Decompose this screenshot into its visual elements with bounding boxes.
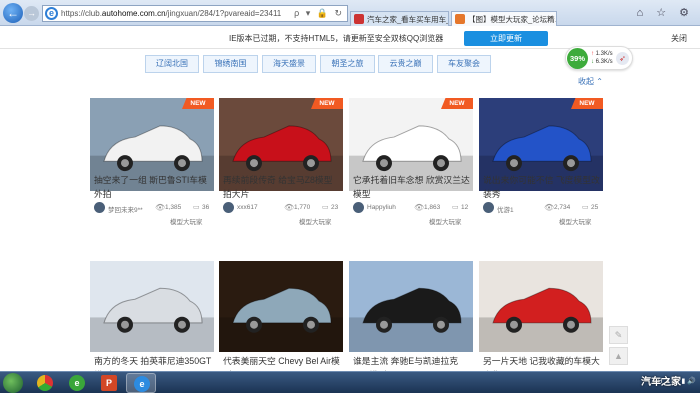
forum-name[interactable]: 模型大玩家 — [170, 216, 203, 226]
post-title[interactable]: 它承托着旧车念想 欣赏汉兰达模型 — [353, 173, 471, 201]
speed-percent: 39% — [567, 48, 588, 69]
tag-button[interactable]: 朝圣之旅 — [320, 55, 375, 73]
author-name[interactable]: 梦回未来9** — [108, 204, 148, 214]
autohome-favicon-icon — [455, 14, 465, 24]
taskbar-ie[interactable]: e — [126, 373, 156, 393]
tab-autohome-home[interactable]: 汽车之家_看车买车用车_新闻… — [350, 11, 449, 26]
avatar[interactable] — [223, 202, 234, 213]
eye-icon: 👁 — [284, 203, 295, 212]
windows-taskbar: e P e CH ▲ ⚑ ▮ 🔊 — [0, 371, 700, 393]
taskbar-360-browser[interactable]: e — [62, 373, 92, 393]
post-meta: Happyliuh 👁 1,863 ▭ 12 — [353, 202, 473, 214]
forward-arrow-icon[interactable]: → — [24, 6, 39, 21]
upload-arrow-icon: ↑ — [591, 51, 594, 57]
speed-rates: ↑ 1.3K/s ↓ 6.3K/s — [591, 50, 613, 66]
post-meta: 优游1 👁 2,734 ▭ 25 — [483, 202, 603, 214]
browser-360-icon: e — [69, 375, 85, 391]
notice-message: IE版本已过期，不支持HTML5，请更新至安全双核QQ浏览器 — [229, 34, 444, 43]
post-thumbnail[interactable] — [349, 261, 473, 352]
forum-name[interactable]: 模型大玩家 — [299, 216, 332, 226]
tag-button[interactable]: 云贵之巅 — [378, 55, 433, 73]
browser-toolbar: ← → e https://club.autohome.com.cn/jingx… — [0, 0, 700, 26]
new-badge: NEW — [311, 98, 343, 109]
comment-icon: ▭ — [582, 204, 589, 211]
comment-count: 12 — [461, 204, 469, 211]
post-thumbnail[interactable] — [90, 261, 214, 352]
tab-close-icon[interactable]: × — [549, 13, 553, 22]
post-title[interactable]: 再续前段传奇 给宝马Z8模型拍大片 — [223, 173, 341, 201]
new-badge: NEW — [182, 98, 214, 109]
eye-icon: 👁 — [155, 203, 166, 212]
post-title[interactable]: 说出来你可能不信 飞度模型改装秀 — [483, 173, 601, 201]
post-meta: xxx617 👁 1,770 ▭ 23 — [223, 202, 343, 214]
post-thumbnail[interactable] — [219, 261, 343, 352]
post-title[interactable]: 抽空来了一组 斯巴鲁STI车模外拍 — [94, 173, 212, 201]
tag-button[interactable]: 锦绣南国 — [203, 55, 258, 73]
avatar[interactable] — [483, 202, 494, 213]
view-count: 2,734 — [554, 204, 571, 211]
autohome-watermark: 汽车之家 — [641, 377, 681, 388]
eye-icon: 👁 — [544, 203, 555, 212]
address-action-icons[interactable]: ρ ▾ 🔒 ↻ — [294, 8, 344, 19]
comment-icon: ▭ — [452, 204, 459, 211]
back-to-top-button[interactable]: ▲ — [609, 347, 628, 365]
download-rate: 6.3K/s — [595, 59, 613, 65]
notice-close-link[interactable]: 关闭 — [671, 33, 687, 44]
forum-name[interactable]: 模型大玩家 — [429, 216, 462, 226]
ie-icon: e — [134, 376, 150, 392]
rocket-icon[interactable]: ➶ — [616, 52, 629, 65]
taskbar-chrome[interactable] — [30, 373, 60, 393]
tag-button[interactable]: 辽阔北国 — [145, 55, 199, 73]
comment-count: 25 — [591, 204, 599, 211]
comment-count: 23 — [331, 204, 339, 211]
autohome-favicon-icon — [354, 14, 364, 24]
browser-home-favorites-tools-icons[interactable]: ⌂ ☆ ⚙ — [637, 6, 694, 19]
tab-model-forum[interactable]: 【图】模型大玩家_论坛精… × — [451, 11, 557, 26]
address-url[interactable]: https://club.autohome.com.cn/jingxuan/28… — [61, 9, 281, 18]
author-name[interactable]: Happyliuh — [367, 204, 407, 211]
chrome-icon — [37, 375, 53, 391]
tab-label: 汽车之家_看车买车用车_新闻… — [367, 15, 448, 24]
view-count: 1,770 — [294, 204, 311, 211]
avatar[interactable] — [353, 202, 364, 213]
powerpoint-icon: P — [101, 375, 117, 391]
view-count: 1,863 — [424, 204, 441, 211]
update-now-button[interactable]: 立即更新 — [464, 31, 548, 46]
taskbar-powerpoint[interactable]: P — [94, 373, 124, 393]
start-button[interactable] — [3, 373, 23, 393]
eye-icon: 👁 — [414, 203, 425, 212]
author-name[interactable]: 优游1 — [497, 204, 537, 214]
post-thumbnail[interactable] — [479, 261, 603, 352]
author-name[interactable]: xxx617 — [237, 204, 277, 211]
forum-name[interactable]: 模型大玩家 — [559, 216, 592, 226]
collapse-link[interactable]: 收起 ⌃ — [578, 76, 603, 87]
upload-rate: 1.3K/s — [595, 51, 613, 57]
comment-icon: ▭ — [322, 204, 329, 211]
address-bar[interactable]: e https://club.autohome.com.cn/jingxuan/… — [42, 5, 348, 22]
comment-icon: ▭ — [193, 204, 200, 211]
network-speed-widget[interactable]: 39% ↑ 1.3K/s ↓ 6.3K/s ➶ — [565, 46, 633, 70]
avatar[interactable] — [94, 202, 105, 213]
tab-label: 【图】模型大玩家_论坛精… — [468, 15, 557, 24]
back-arrow-icon[interactable]: ← — [3, 3, 23, 23]
tag-button[interactable]: 海天盛景 — [262, 55, 316, 73]
tag-button[interactable]: 车友聚会 — [437, 55, 491, 73]
post-meta: 梦回未来9** 👁 1,385 ▭ 36 — [94, 202, 214, 214]
download-arrow-icon: ↓ — [591, 59, 594, 65]
comment-count: 36 — [202, 204, 210, 211]
edit-float-button[interactable]: ✎ — [609, 326, 628, 344]
view-count: 1,385 — [165, 204, 182, 211]
new-badge: NEW — [571, 98, 603, 109]
new-badge: NEW — [441, 98, 473, 109]
ie-logo-icon: e — [45, 7, 58, 20]
